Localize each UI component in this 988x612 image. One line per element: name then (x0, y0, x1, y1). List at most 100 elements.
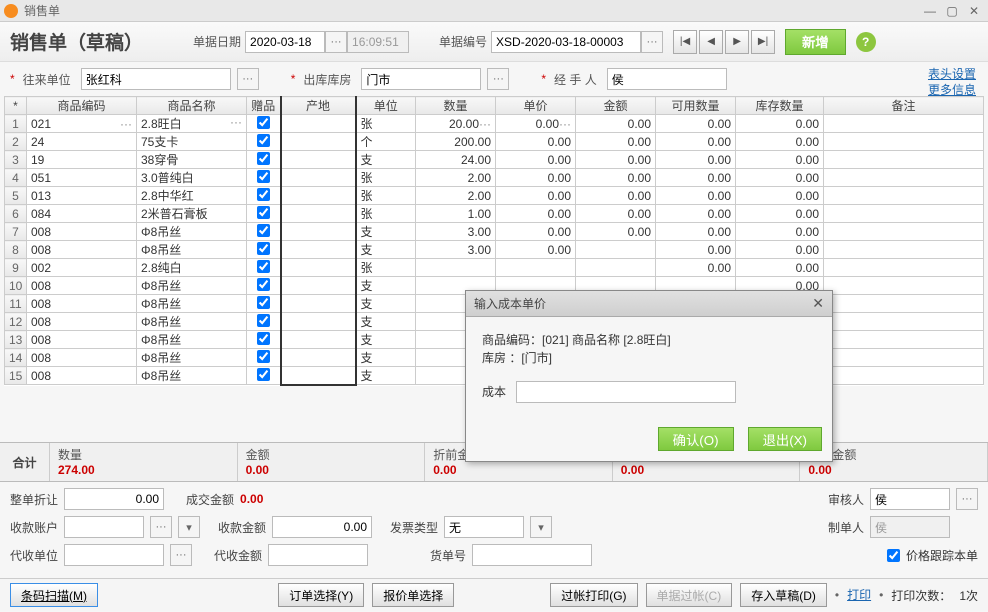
cell-code[interactable]: 051 (27, 169, 137, 187)
cell-amt[interactable]: 0.00 (576, 205, 656, 223)
close-icon[interactable]: ✕ (964, 3, 984, 19)
cell-avail[interactable]: 0.00 (656, 259, 736, 277)
nav-first-icon[interactable]: |◀ (673, 30, 697, 54)
cell-qty[interactable]: 24.00 (416, 151, 496, 169)
cell-code[interactable]: 008 (27, 331, 137, 349)
invoice-input[interactable] (444, 516, 524, 538)
cell-unit[interactable]: 支 (356, 241, 416, 259)
cell-unit[interactable]: 张 (356, 205, 416, 223)
cell-code[interactable]: 021 ··· (27, 115, 137, 133)
cell-unit[interactable]: 支 (356, 277, 416, 295)
waybill-input[interactable] (472, 544, 592, 566)
cell-remark[interactable] (824, 277, 984, 295)
track-checkbox[interactable] (887, 549, 900, 562)
cell-qty[interactable]: 200.00 (416, 133, 496, 151)
cell-gift[interactable] (247, 349, 281, 367)
cell-code[interactable]: 008 (27, 277, 137, 295)
cell-unit[interactable]: 个 (356, 133, 416, 151)
cell-avail[interactable]: 0.00 (656, 151, 736, 169)
cell-unit[interactable]: 支 (356, 313, 416, 331)
cell-stock[interactable]: 0.00 (736, 187, 824, 205)
cell-gift[interactable] (247, 277, 281, 295)
cell-qty[interactable] (416, 259, 496, 277)
gift-checkbox[interactable] (257, 368, 270, 381)
cell-origin[interactable] (281, 223, 356, 241)
col-header[interactable]: 单价 (496, 97, 576, 115)
cell-origin[interactable] (281, 169, 356, 187)
gift-checkbox[interactable] (257, 170, 270, 183)
gift-checkbox[interactable] (257, 350, 270, 363)
cell-gift[interactable] (247, 223, 281, 241)
col-header[interactable]: 数量 (416, 97, 496, 115)
dialog-cancel-button[interactable]: 退出(X) (748, 427, 822, 451)
cell-avail[interactable]: 0.00 (656, 241, 736, 259)
dialog-close-icon[interactable]: ✕ (812, 295, 824, 312)
cell-name[interactable]: 38穿骨 (137, 151, 247, 169)
cell-price[interactable]: 0.00 ··· (496, 115, 576, 133)
cell-stock[interactable]: 0.00 (736, 151, 824, 169)
minimize-icon[interactable]: — (920, 3, 940, 19)
cell-avail[interactable]: 0.00 (656, 115, 736, 133)
cell-name[interactable]: Φ8吊丝 (137, 223, 247, 241)
nav-next-icon[interactable]: ▶ (725, 30, 749, 54)
cell-gift[interactable] (247, 313, 281, 331)
cell-unit[interactable]: 张 (356, 187, 416, 205)
cell-code[interactable]: 008 (27, 295, 137, 313)
party-input[interactable] (81, 68, 231, 90)
cell-stock[interactable]: 0.00 (736, 115, 824, 133)
gift-checkbox[interactable] (257, 206, 270, 219)
cell-name[interactable]: 75支卡 (137, 133, 247, 151)
order-select-button[interactable]: 订单选择(Y) (278, 583, 364, 607)
col-header[interactable]: 金额 (576, 97, 656, 115)
cell-code[interactable]: 24 (27, 133, 137, 151)
cell-code[interactable]: 002 (27, 259, 137, 277)
cell-stock[interactable]: 0.00 (736, 241, 824, 259)
cell-gift[interactable] (247, 151, 281, 169)
cell-remark[interactable] (824, 259, 984, 277)
date-input[interactable] (245, 31, 325, 53)
handler-input[interactable] (607, 68, 727, 90)
agent-amt-input[interactable] (268, 544, 368, 566)
cell-stock[interactable]: 0.00 (736, 169, 824, 187)
agent-lookup-button[interactable]: ··· (170, 544, 192, 566)
save-draft-button[interactable]: 存入草稿(D) (740, 583, 827, 607)
gift-checkbox[interactable] (257, 278, 270, 291)
table-row[interactable]: 31938穿骨支24.000.000.000.000.00 (5, 151, 984, 169)
cell-name[interactable]: Φ8吊丝 (137, 367, 247, 385)
cell-amt[interactable] (576, 241, 656, 259)
cell-unit[interactable]: 支 (356, 349, 416, 367)
table-row[interactable]: 22475支卡个200.000.000.000.000.00 (5, 133, 984, 151)
cell-gift[interactable] (247, 295, 281, 313)
new-button[interactable]: 新增 (785, 29, 846, 55)
cell-stock[interactable]: 0.00 (736, 223, 824, 241)
cell-name[interactable]: Φ8吊丝 (137, 277, 247, 295)
cell-price[interactable]: 0.00 (496, 133, 576, 151)
cell-amt[interactable]: 0.00 (576, 151, 656, 169)
quote-select-button[interactable]: 报价单选择 (372, 583, 454, 607)
gift-checkbox[interactable] (257, 314, 270, 327)
cell-origin[interactable] (281, 115, 356, 133)
cell-unit[interactable]: 张 (356, 259, 416, 277)
col-header[interactable]: 可用数量 (656, 97, 736, 115)
cell-code[interactable]: 008 (27, 367, 137, 385)
gift-checkbox[interactable] (257, 224, 270, 237)
nav-last-icon[interactable]: ▶| (751, 30, 775, 54)
cell-origin[interactable] (281, 349, 356, 367)
cell-amt[interactable]: 0.00 (576, 115, 656, 133)
table-row[interactable]: 1021 ···2.8旺白 ···张20.00 ···0.00 ···0.000… (5, 115, 984, 133)
cell-qty[interactable]: 2.00 (416, 187, 496, 205)
cell-remark[interactable] (824, 241, 984, 259)
cell-origin[interactable] (281, 331, 356, 349)
cell-remark[interactable] (824, 205, 984, 223)
cell-remark[interactable] (824, 133, 984, 151)
cell-qty[interactable]: 2.00 (416, 169, 496, 187)
cell-name[interactable]: 2.8旺白 ··· (137, 115, 247, 133)
cell-origin[interactable] (281, 367, 356, 385)
cell-qty[interactable]: 20.00 ··· (416, 115, 496, 133)
acct-dropdown-button[interactable]: ▾ (178, 516, 200, 538)
cell-price[interactable]: 0.00 (496, 205, 576, 223)
col-header[interactable]: 产地 (281, 97, 356, 115)
cell-origin[interactable] (281, 133, 356, 151)
cell-remark[interactable] (824, 349, 984, 367)
gift-checkbox[interactable] (257, 188, 270, 201)
